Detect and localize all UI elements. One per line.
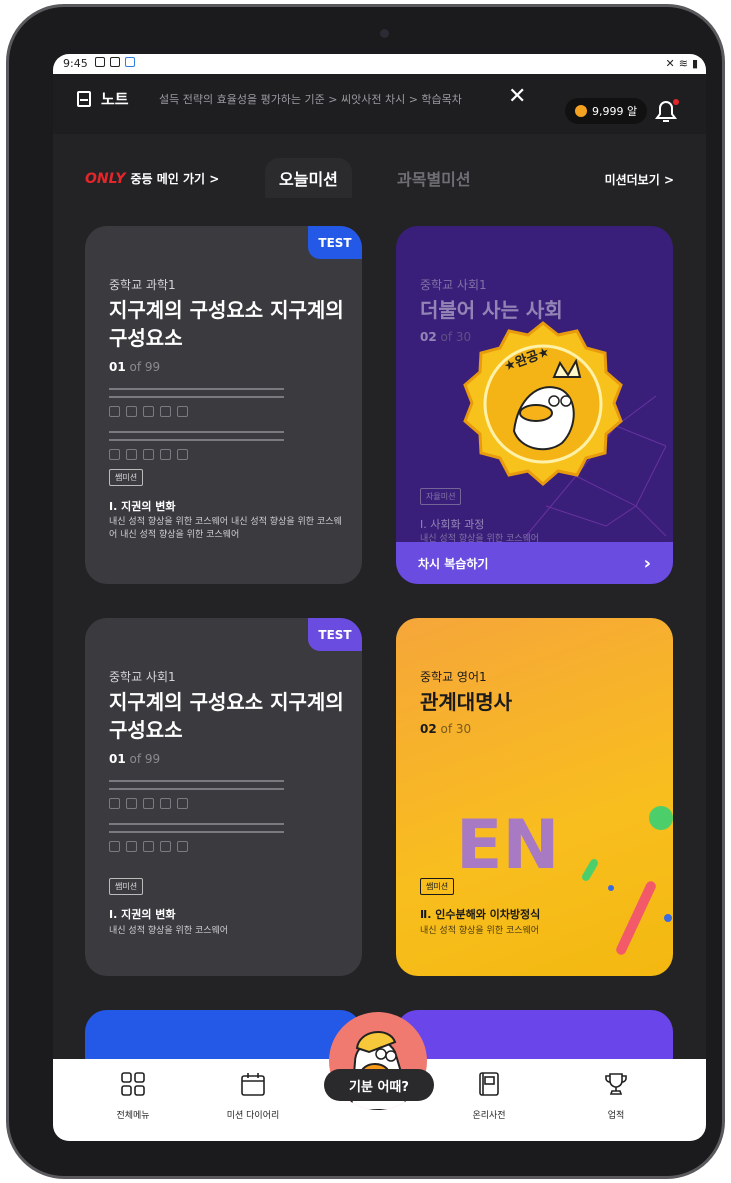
close-icon[interactable]: ✕	[508, 84, 526, 109]
card-description: 내신 성적 향상을 위한 코스웨어	[109, 926, 229, 936]
card-title: 지구계의 구성요소 지구계의 구성요소	[109, 298, 344, 350]
mission-type-tag: 쌤미션	[109, 469, 144, 486]
card-title: 지구계의 구성요소 지구계의 구성요소	[109, 690, 344, 742]
coin-count: 9,999 알	[592, 105, 638, 118]
status-notification-icons	[95, 57, 135, 67]
middle-school-main-link[interactable]: ONLY 중등 메인 가기 >	[85, 170, 219, 187]
card-subject: 중학교 영어1	[420, 670, 487, 684]
nav-only-dictionary-label: 온리사전	[472, 1111, 506, 1121]
review-lesson-button[interactable]: 차시 복습하기 ›	[396, 542, 673, 584]
card-description: 내신 성적 향상을 위한 코스웨어 내신 성적 향상을 위한 코스웨어 내신 성…	[109, 517, 342, 540]
card-progress: 01 of 99	[109, 360, 160, 374]
progress-total: of 30	[440, 722, 472, 736]
app-icon	[125, 57, 135, 67]
test-badge: TEST	[308, 226, 362, 259]
card-title: 관계대명사	[420, 690, 512, 714]
card-subject: 중학교 과학1	[109, 278, 176, 292]
app-screen: 9:45 ✕ ≋ ▮ 노트 설득 전략의 효율성을 평가하는 기준 > 씨앗사전…	[53, 54, 706, 1141]
card-unit: Ⅰ. 사회화 과정	[420, 518, 485, 531]
nav-achievements[interactable]: 업적	[576, 1071, 656, 1121]
test-badge: TEST	[308, 618, 362, 651]
nav-achievements-label: 업적	[607, 1111, 625, 1121]
mission-type-tag: 자율미션	[420, 488, 462, 505]
trophy-icon	[605, 1073, 627, 1095]
main-link-label: 중등 메인 가기 >	[130, 172, 220, 186]
nav-only-dictionary[interactable]: 온리사전	[449, 1071, 529, 1121]
mission-card[interactable]: 중학교 영어1 관계대명사 02 of 30 EN 쌤미션 Ⅱ. 인수분해와 이…	[396, 618, 673, 976]
egg-coin-icon	[575, 105, 587, 117]
breadcrumb: 설득 전략의 효율성을 평가하는 기준 > 씨앗사전 차시 > 학습목차	[159, 93, 462, 106]
wifi-icon: ≋	[678, 57, 688, 70]
calendar-icon	[241, 1073, 265, 1096]
completed-stamp: ★완공★	[463, 321, 623, 486]
tab-today-mission[interactable]: 오늘미션	[265, 158, 352, 198]
mood-check-button[interactable]: 기분 어때?	[324, 1069, 434, 1101]
status-bar: 9:45 ✕ ≋ ▮	[53, 54, 706, 74]
card-progress: 01 of 99	[109, 752, 160, 766]
app-header: 노트 설득 전략의 효율성을 평가하는 기준 > 씨앗사전 차시 > 학습목차 …	[53, 74, 706, 134]
progress-current: 02	[420, 330, 437, 344]
card-illustration	[109, 388, 284, 474]
en-art-text: EN	[456, 806, 559, 885]
nav-mission-diary-label: 미션 다이어리	[226, 1111, 280, 1121]
system-icons: ✕ ≋ ▮	[666, 57, 699, 70]
status-time: 9:45	[63, 57, 88, 70]
camera	[380, 29, 389, 38]
gallery-icon	[95, 57, 105, 67]
progress-total: of 99	[129, 752, 161, 766]
card-illustration	[109, 780, 284, 866]
note-label: 노트	[101, 90, 129, 108]
tab-subject-mission[interactable]: 과목별미션	[383, 158, 485, 198]
mute-icon: ✕	[665, 57, 675, 70]
chevron-right-icon: ›	[643, 552, 651, 574]
nav-all-menu-label: 전체메뉴	[116, 1111, 150, 1121]
mission-type-tag: 쌤미션	[109, 878, 144, 895]
mission-card[interactable]: TEST 중학교 과학1 지구계의 구성요소 지구계의 구성요소 01 of 9…	[85, 226, 362, 584]
progress-current: 02	[420, 722, 437, 736]
card-unit: Ⅰ. 지권의 변화	[109, 500, 176, 513]
card-unit: Ⅱ. 인수분해와 이차방정식	[420, 908, 541, 921]
mission-card[interactable]: TEST 중학교 사회1 지구계의 구성요소 지구계의 구성요소 01 of 9…	[85, 618, 362, 976]
mission-tabs: ONLY 중등 메인 가기 > 오늘미션 과목별미션 미션더보기 >	[53, 152, 706, 200]
note-button[interactable]: 노트	[77, 88, 129, 109]
nav-mission-diary[interactable]: 미션 다이어리	[213, 1071, 293, 1121]
grid-icon	[121, 1072, 145, 1096]
book-icon	[479, 1072, 499, 1096]
card-subject: 중학교 사회1	[109, 670, 176, 684]
mission-type-tag: 쌤미션	[420, 878, 455, 895]
card-unit: Ⅰ. 지권의 변화	[109, 908, 176, 921]
photo-icon	[110, 57, 120, 67]
coin-balance[interactable]: 9,999 알	[565, 98, 648, 124]
card-progress: 02 of 30	[420, 722, 471, 736]
progress-current: 01	[109, 360, 126, 374]
english-art-decoration: EN	[456, 806, 673, 955]
nav-all-menu[interactable]: 전체메뉴	[93, 1071, 173, 1121]
notebook-icon	[77, 90, 91, 107]
bell-icon[interactable]	[651, 98, 681, 126]
more-missions-link[interactable]: 미션더보기 >	[605, 171, 674, 188]
card-subject: 중학교 사회1	[420, 278, 487, 292]
battery-icon: ▮	[691, 57, 698, 70]
review-label: 차시 복습하기	[418, 556, 489, 571]
only-logo: ONLY	[85, 170, 126, 187]
card-description: 내신 성적 향상을 위한 코스웨어	[420, 926, 540, 936]
progress-total: of 99	[129, 360, 161, 374]
progress-current: 01	[109, 752, 126, 766]
